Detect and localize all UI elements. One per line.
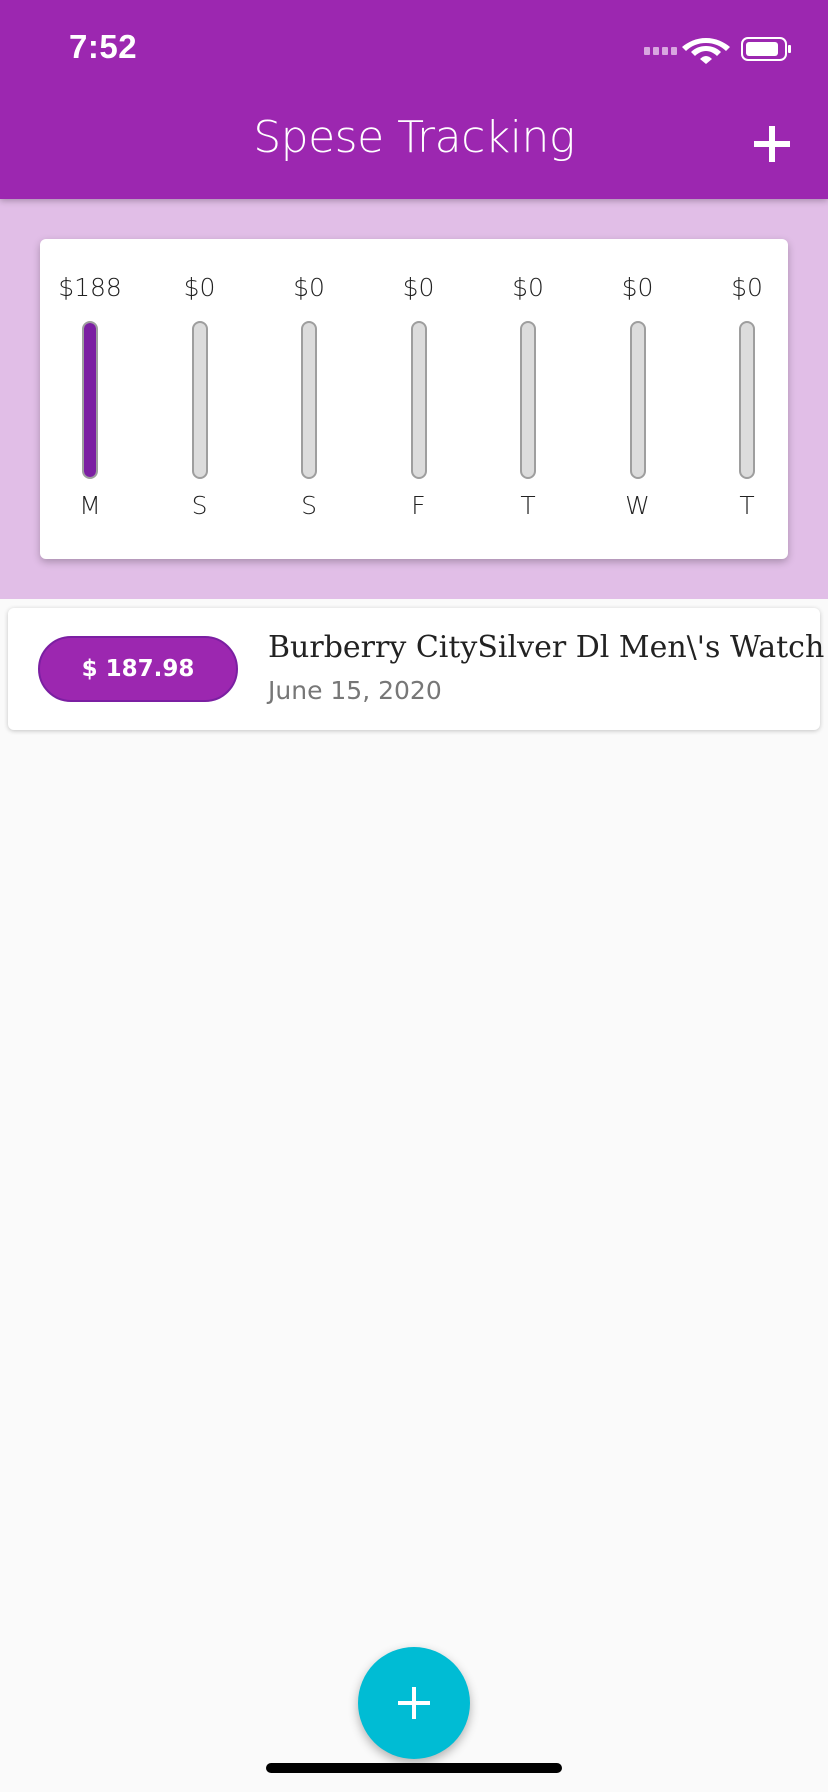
chart-bar bbox=[84, 323, 96, 477]
chart-bar-column: $0 T bbox=[697, 239, 797, 559]
transaction-amount-badge: $ 187.98 bbox=[38, 636, 238, 702]
status-time: 7:52 bbox=[69, 28, 138, 65]
cellular-signal-icon bbox=[644, 47, 677, 55]
chart-section: $188 M $0 S $0 S $0 F $0 T $0 W $0 T bbox=[0, 199, 828, 599]
chart-bar-column: $0 S bbox=[259, 239, 359, 559]
add-transaction-button[interactable] bbox=[744, 116, 800, 172]
status-icons bbox=[644, 37, 791, 64]
chart-bar-amount-label: $0 bbox=[512, 273, 544, 302]
plus-icon bbox=[754, 126, 790, 162]
transaction-date: June 15, 2020 bbox=[268, 676, 442, 705]
chart-bar-column: $0 S bbox=[150, 239, 250, 559]
chart-bar-column: $188 M bbox=[40, 239, 140, 559]
chart-bar-column: $0 W bbox=[588, 239, 688, 559]
chart-bar-track bbox=[410, 321, 427, 479]
chart-day-label: W bbox=[625, 491, 650, 520]
chart-bar-column: $0 T bbox=[478, 239, 578, 559]
chart-day-label: S bbox=[301, 491, 317, 520]
add-fab-button[interactable] bbox=[358, 1647, 470, 1759]
chart-day-label: M bbox=[79, 491, 101, 520]
chart-bar-amount-label: $0 bbox=[621, 273, 654, 302]
chart-bar-amount-label: $0 bbox=[731, 273, 763, 302]
chart-bar-track bbox=[520, 321, 536, 479]
chart-bar-track bbox=[191, 321, 208, 479]
app-bar: 7:52 Spese Tracking bbox=[0, 0, 828, 199]
transaction-item[interactable]: $ 187.98 Burberry CitySilver Dl Men\'s W… bbox=[8, 608, 824, 730]
battery-icon bbox=[741, 37, 791, 61]
chart-day-label: S bbox=[191, 491, 208, 520]
home-indicator bbox=[266, 1763, 562, 1773]
chart-bar-amount-label: $0 bbox=[183, 273, 216, 302]
chart-day-label: T bbox=[520, 491, 536, 520]
chart-day-label: T bbox=[739, 491, 755, 520]
weekly-chart-card: $188 M $0 S $0 S $0 F $0 T $0 W $0 T bbox=[40, 239, 788, 559]
chart-bar-column: $0 F bbox=[369, 239, 469, 559]
plus-icon bbox=[398, 1687, 430, 1719]
chart-day-label: F bbox=[411, 491, 426, 520]
chart-bar-amount-label: $0 bbox=[402, 273, 435, 302]
transaction-title: Burberry CitySilver Dl Men\'s Watch bbox=[268, 630, 825, 665]
chart-bar-track bbox=[739, 321, 755, 479]
chart-bar-track bbox=[629, 321, 646, 479]
chart-bar-track bbox=[301, 321, 317, 479]
wifi-icon bbox=[682, 38, 730, 64]
chart-bar-track bbox=[82, 321, 98, 479]
chart-bar-amount-label: $0 bbox=[293, 273, 325, 302]
chart-bar-amount-label: $188 bbox=[58, 273, 122, 302]
page-title: Spese Tracking bbox=[253, 112, 575, 163]
